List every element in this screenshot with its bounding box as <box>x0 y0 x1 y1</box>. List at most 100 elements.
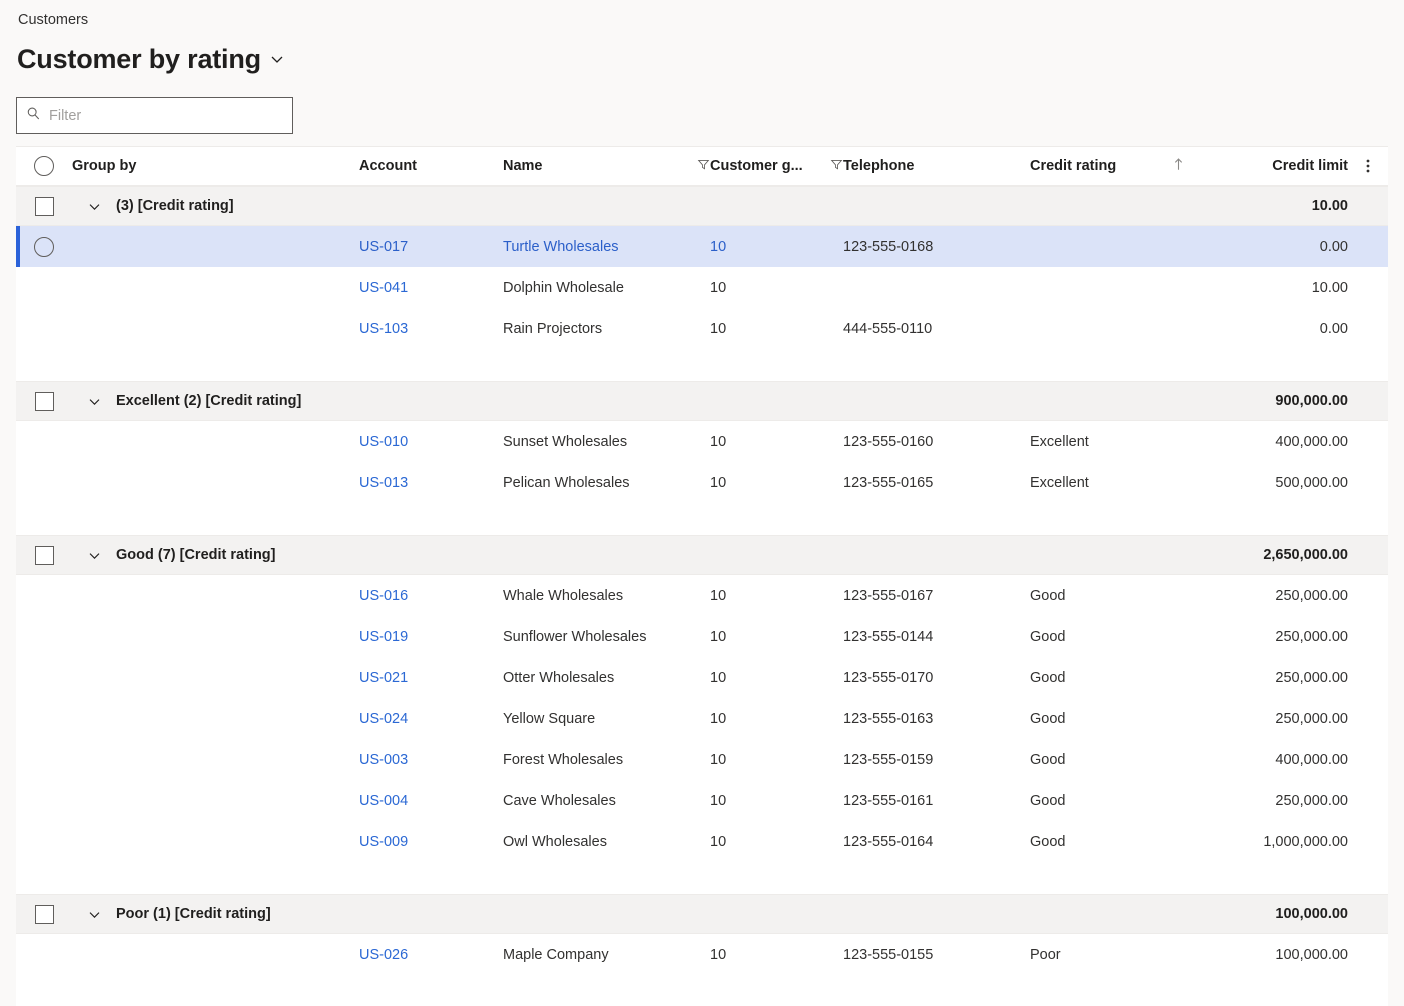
checkbox-icon[interactable] <box>35 546 54 565</box>
account-link[interactable]: US-017 <box>359 239 408 255</box>
credit-rating-cell[interactable]: Good <box>1030 711 1221 727</box>
credit-limit-cell[interactable]: 400,000.00 <box>1221 752 1348 768</box>
row-select-control[interactable] <box>16 237 72 257</box>
table-row[interactable]: US-017Turtle Wholesales10123-555-01680.0… <box>16 226 1388 267</box>
credit-rating-cell[interactable]: Good <box>1030 670 1221 686</box>
customer-name-cell[interactable]: Maple Company <box>503 947 710 963</box>
customer-group-cell[interactable]: 10 <box>710 629 843 645</box>
table-row[interactable]: US-013 Pelican Wholesales10123-555-0165Ex… <box>16 462 1388 503</box>
account-link[interactable]: US-021 <box>359 670 408 686</box>
checkbox-icon[interactable] <box>35 392 54 411</box>
customer-name-cell[interactable]: Yellow Square <box>503 711 710 727</box>
table-row[interactable]: US-021 Otter Wholesales10123-555-0170Good… <box>16 657 1388 698</box>
telephone-cell[interactable]: 123-555-0161 <box>843 793 1030 809</box>
chevron-down-icon[interactable] <box>269 51 285 72</box>
column-header-telephone[interactable]: Telephone <box>843 147 1030 186</box>
circle-select-icon[interactable] <box>34 156 54 176</box>
table-row[interactable]: US-103Rain Projectors10444-555-01100.00 <box>16 308 1388 349</box>
table-row[interactable]: US-016Whale Wholesales10123-555-0167Good… <box>16 575 1388 616</box>
customer-name-cell[interactable]: Otter Wholesales <box>503 670 710 686</box>
credit-limit-cell[interactable]: 10.00 <box>1221 280 1348 296</box>
checkbox-icon[interactable] <box>35 197 54 216</box>
customer-name-cell[interactable]: Cave Wholesales <box>503 793 710 809</box>
column-header-group-by[interactable]: Group by <box>72 147 359 186</box>
credit-rating-cell[interactable]: Good <box>1030 793 1221 809</box>
credit-rating-cell[interactable]: Good <box>1030 588 1221 604</box>
credit-rating-cell[interactable]: Excellent <box>1030 434 1221 450</box>
table-row[interactable]: US-041 Dolphin Wholesale10 10.00 <box>16 267 1388 308</box>
customer-name-cell[interactable]: Owl Wholesales <box>503 834 710 850</box>
telephone-cell[interactable]: 123-555-0160 <box>843 434 1030 450</box>
group-select-checkbox[interactable] <box>16 546 72 565</box>
customer-group-cell[interactable]: 10 <box>710 670 843 686</box>
account-link[interactable]: US-041 <box>359 280 408 296</box>
filter-funnel-icon[interactable] <box>697 158 710 175</box>
group-header-row[interactable]: (3) [Credit rating]10.00 <box>16 186 1388 226</box>
telephone-cell[interactable]: 444-555-0110 <box>843 321 1030 337</box>
credit-rating-cell[interactable]: Good <box>1030 834 1221 850</box>
select-all-cell[interactable] <box>16 147 72 186</box>
credit-limit-cell[interactable]: 250,000.00 <box>1221 588 1348 604</box>
customer-group-cell[interactable]: 10 <box>710 280 843 296</box>
circle-select-icon[interactable] <box>34 237 54 257</box>
table-row[interactable]: US-019 Sunflower Wholesales10123-555-0144… <box>16 616 1388 657</box>
credit-rating-cell[interactable]: Excellent <box>1030 475 1221 491</box>
telephone-cell[interactable]: 123-555-0159 <box>843 752 1030 768</box>
customer-name-cell[interactable]: Pelican Wholesales <box>503 475 710 491</box>
checkbox-icon[interactable] <box>35 905 54 924</box>
column-header-credit-limit[interactable]: Credit limit <box>1221 147 1348 186</box>
account-link[interactable]: US-009 <box>359 834 408 850</box>
credit-limit-cell[interactable]: 250,000.00 <box>1221 629 1348 645</box>
filter-funnel-icon[interactable] <box>830 158 843 175</box>
account-link[interactable]: US-103 <box>359 321 408 337</box>
account-link[interactable]: US-013 <box>359 475 408 491</box>
table-row[interactable]: US-026Maple Company10123-555-0155Poor100… <box>16 934 1388 975</box>
group-header-row[interactable]: Good (7) [Credit rating]2,650,000.00 <box>16 535 1388 575</box>
credit-limit-cell[interactable]: 500,000.00 <box>1221 475 1348 491</box>
breadcrumb[interactable]: Customers <box>18 10 88 30</box>
column-header-customer-group[interactable]: Customer g... <box>710 147 843 186</box>
column-options-button[interactable] <box>1348 147 1388 186</box>
table-row[interactable]: US-003Forest Wholesales10123-555-0159Goo… <box>16 739 1388 780</box>
group-header-row[interactable]: Excellent (2) [Credit rating]900,000.00 <box>16 381 1388 421</box>
group-expand-toggle[interactable] <box>72 199 116 214</box>
credit-limit-cell[interactable]: 100,000.00 <box>1221 947 1348 963</box>
telephone-cell[interactable]: 123-555-0167 <box>843 588 1030 604</box>
account-link[interactable]: US-024 <box>359 711 408 727</box>
telephone-cell[interactable]: 123-555-0164 <box>843 834 1030 850</box>
group-select-checkbox[interactable] <box>16 392 72 411</box>
customer-name-cell[interactable]: Turtle Wholesales <box>503 239 710 255</box>
customer-name-cell[interactable]: Sunset Wholesales <box>503 434 710 450</box>
account-link[interactable]: US-004 <box>359 793 408 809</box>
credit-rating-cell[interactable]: Good <box>1030 752 1221 768</box>
sort-ascending-arrow-icon[interactable] <box>1172 157 1185 176</box>
telephone-cell[interactable]: 123-555-0163 <box>843 711 1030 727</box>
telephone-cell[interactable]: 123-555-0165 <box>843 475 1030 491</box>
account-link[interactable]: US-016 <box>359 588 408 604</box>
credit-rating-cell[interactable]: Poor <box>1030 947 1221 963</box>
group-expand-toggle[interactable] <box>72 907 116 922</box>
search-input[interactable]: Filter <box>49 108 81 124</box>
credit-limit-cell[interactable]: 0.00 <box>1221 321 1348 337</box>
table-row[interactable]: US-010 Sunset Wholesales10123-555-0160Exc… <box>16 421 1388 462</box>
customer-group-cell[interactable]: 10 <box>710 588 843 604</box>
telephone-cell[interactable]: 123-555-0144 <box>843 629 1030 645</box>
customer-name-cell[interactable]: Sunflower Wholesales <box>503 629 710 645</box>
group-expand-toggle[interactable] <box>72 548 116 563</box>
customer-group-cell[interactable]: 10 <box>710 752 843 768</box>
group-header-row[interactable]: Poor (1) [Credit rating]100,000.00 <box>16 894 1388 934</box>
customer-group-cell[interactable]: 10 <box>710 475 843 491</box>
column-header-credit-rating[interactable]: Credit rating <box>1030 147 1221 186</box>
account-link[interactable]: US-003 <box>359 752 408 768</box>
table-row[interactable]: US-024Yellow Square10123-555-0163Good250… <box>16 698 1388 739</box>
account-link[interactable]: US-010 <box>359 434 408 450</box>
column-header-name[interactable]: Name <box>503 147 710 186</box>
account-link[interactable]: US-019 <box>359 629 408 645</box>
customer-name-cell[interactable]: Dolphin Wholesale <box>503 280 710 296</box>
customer-group-cell[interactable]: 10 <box>710 321 843 337</box>
customer-group-cell[interactable]: 10 <box>710 434 843 450</box>
group-expand-toggle[interactable] <box>72 394 116 409</box>
customer-group-cell[interactable]: 10 <box>710 239 843 255</box>
credit-limit-cell[interactable]: 250,000.00 <box>1221 793 1348 809</box>
telephone-cell[interactable]: 123-555-0170 <box>843 670 1030 686</box>
